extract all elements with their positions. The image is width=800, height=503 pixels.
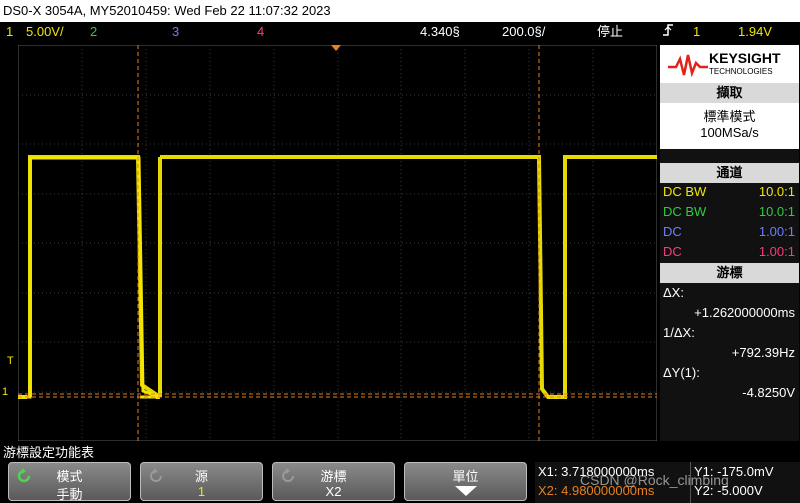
trigger-level[interactable]: 1.94V (738, 22, 772, 42)
cursors-label: 游標 (320, 469, 347, 484)
ch3-probe: 1.00:1 (758, 224, 795, 239)
ch1-scale[interactable]: 5.00V/ (26, 22, 64, 42)
sample-rate: 100MSa/s (700, 125, 759, 140)
inv-delta-x-label: 1/ΔX: (663, 325, 695, 340)
units-label: 單位 (452, 469, 479, 484)
info-panel: KEYSIGHT TECHNOLOGIES 擷取 標準模式 100MSa/s 通… (660, 45, 799, 441)
cursor-header[interactable]: 游標 (660, 263, 799, 283)
inv-delta-x-value: +792.39Hz (731, 345, 795, 360)
ch1-coupling: DC BW (663, 184, 707, 199)
delta-y-value: -4.8250V (742, 385, 795, 400)
ch4-coupling: DC (663, 244, 682, 259)
ch2-number[interactable]: 2 (90, 22, 97, 42)
waveform-svg (18, 45, 657, 441)
status-row: 1 5.00V/ 2 3 4 4.340§ 200.0§/ 停止 1 1.94V (0, 22, 800, 42)
acquire-header[interactable]: 擷取 (660, 83, 799, 103)
ch3-coupling: DC (663, 224, 682, 239)
delta-y-label: ΔY(1): (663, 365, 700, 380)
mode-softkey[interactable]: 模式 手動 (8, 462, 131, 502)
units-softkey[interactable]: 單位 (404, 462, 527, 501)
mode-value: 手動 (56, 487, 83, 502)
time-position[interactable]: 4.340§ (420, 22, 460, 42)
watermark: CSDN @Rock_climbing (580, 472, 729, 488)
ch1-probe: 10.0:1 (758, 184, 795, 199)
run-state[interactable]: 停止 (597, 22, 623, 42)
waveform-display[interactable] (18, 45, 657, 441)
ch3-number[interactable]: 3 (172, 22, 179, 42)
time-scale[interactable]: 200.0§/ (502, 22, 545, 42)
delta-x-value: +1.262000000ms (694, 305, 795, 320)
delta-x-label: ΔX: (663, 285, 684, 300)
cursors-softkey[interactable]: 游標 X2 (272, 462, 395, 501)
cursors-value: X2 (325, 484, 342, 499)
trigger-level-marker[interactable]: T (7, 355, 14, 367)
softkey-menu-title: 游標設定功能表 (3, 445, 95, 460)
ch2-probe: 10.0:1 (758, 204, 795, 219)
keysight-wave-icon (668, 54, 708, 78)
brand-sub: TECHNOLOGIES (709, 67, 773, 76)
channels-header[interactable]: 通道 (660, 163, 799, 183)
source-softkey[interactable]: 源 1 (140, 462, 263, 501)
ch4-probe: 1.00:1 (758, 244, 795, 259)
ch1-ground-marker[interactable]: 1 (2, 386, 8, 398)
window-title: DS0-X 3054A, MY52010459: Wed Feb 22 11:0… (0, 0, 800, 22)
trigger-edge-icon (662, 22, 674, 44)
ch1-number[interactable]: 1 (6, 22, 13, 42)
chevron-down-icon (405, 484, 526, 501)
keysight-logo: KEYSIGHT TECHNOLOGIES (660, 45, 799, 83)
channel-list: DC BW 10.0:1 DC BW 10.0:1 DC 1.00:1 DC 1… (660, 183, 799, 263)
trigger-channel[interactable]: 1 (693, 22, 700, 42)
acquire-mode: 標準模式 (703, 109, 756, 124)
source-value: 1 (197, 484, 206, 499)
ch2-coupling: DC BW (663, 204, 707, 219)
brand-name: KEYSIGHT (709, 50, 781, 66)
ch4-number[interactable]: 4 (257, 22, 264, 42)
source-label: 源 (194, 469, 208, 484)
mode-label: 模式 (56, 469, 83, 484)
